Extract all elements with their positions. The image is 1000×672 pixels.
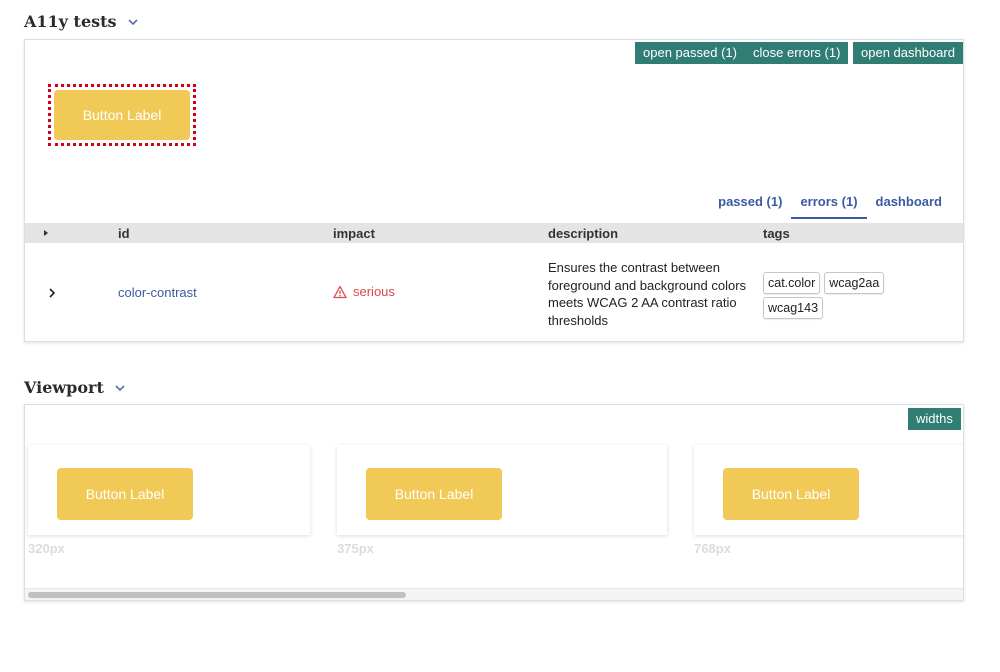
table-row: color-contrast serious Ensures the contr… (25, 243, 963, 341)
tab-passed[interactable]: passed (1) (709, 190, 791, 219)
horizontal-scrollbar[interactable] (25, 588, 963, 600)
widths-button[interactable]: widths (908, 408, 961, 430)
table-header: id impact description tags (25, 223, 963, 243)
viewport-width-label: 375px (337, 541, 374, 556)
preview-button[interactable]: Button Label (57, 468, 193, 520)
viewport-panel: widths Button Label 320px Button Label 3… (24, 404, 964, 601)
column-header-description: description (548, 226, 619, 241)
a11y-section-title: A11y tests (24, 12, 117, 31)
expand-all-icon[interactable] (43, 229, 49, 237)
chevron-down-icon (115, 384, 125, 391)
impact-cell: serious (333, 284, 395, 299)
impact-label: serious (353, 284, 395, 299)
viewport-width-label: 320px (28, 541, 65, 556)
tag-chip: wcag2aa (824, 272, 885, 294)
viewport-section-title: Viewport (24, 378, 104, 397)
viewport-width-label: 768px (694, 541, 731, 556)
column-header-impact: impact (333, 226, 375, 241)
a11y-panel: open passed (1) close errors (1) open da… (24, 39, 964, 342)
tag-chip: cat.color (763, 272, 821, 294)
viewport-section-header[interactable]: Viewport (24, 378, 126, 397)
a11y-section-header[interactable]: A11y tests (24, 12, 139, 31)
chevron-down-icon (127, 18, 138, 25)
result-tabs: passed (1) errors (1) dashboard (709, 190, 951, 219)
preview-button[interactable]: Button Label (366, 468, 502, 520)
warning-icon (333, 285, 347, 298)
open-dashboard-button[interactable]: open dashboard (853, 42, 963, 64)
close-errors-button[interactable]: close errors (1) (745, 42, 849, 64)
viewport-frame-768: Button Label (694, 445, 963, 535)
tag-chip: wcag143 (763, 297, 824, 319)
tag-list: cat.color wcag2aawcag143 (763, 272, 903, 322)
preview-button[interactable]: Button Label (54, 90, 190, 140)
tab-errors[interactable]: errors (1) (791, 190, 867, 219)
rule-id-link[interactable]: color-contrast (118, 285, 197, 300)
column-header-id: id (118, 226, 130, 241)
viewport-frame-375: Button Label (337, 445, 667, 535)
scrollbar-thumb[interactable] (28, 592, 406, 598)
tab-dashboard[interactable]: dashboard (867, 190, 951, 219)
open-passed-button[interactable]: open passed (1) (635, 42, 745, 64)
preview-button[interactable]: Button Label (723, 468, 859, 520)
column-header-tags: tags (763, 226, 790, 241)
viewport-frame-320: Button Label (28, 445, 310, 535)
chevron-right-icon[interactable] (47, 287, 57, 299)
rule-description: Ensures the contrast between foreground … (548, 260, 747, 328)
